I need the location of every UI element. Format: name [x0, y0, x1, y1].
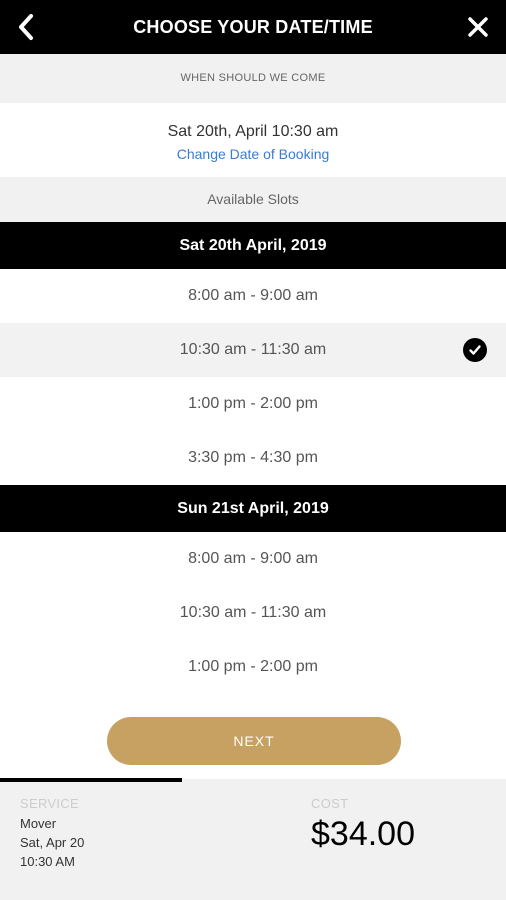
time-slot[interactable]: 8:00 am - 9:00 am — [0, 532, 506, 586]
time-slot-selected[interactable]: 10:30 am - 11:30 am — [0, 323, 506, 377]
time-slot-label: 8:00 am - 9:00 am — [188, 287, 318, 304]
order-summary-footer: SERVICE Mover Sat, Apr 20 10:30 AM COST … — [0, 779, 506, 900]
time-slot-label: 10:30 am - 11:30 am — [179, 341, 327, 358]
price: $34.00 — [311, 815, 415, 853]
available-slots-label: Available Slots — [0, 177, 506, 222]
chevron-left-icon — [19, 14, 33, 40]
time-slot[interactable]: 8:00 am - 9:00 am — [0, 269, 506, 323]
time-slot-label: 3:30 pm - 4:30 pm — [188, 449, 318, 466]
time-slot-label: 1:00 pm - 2:00 pm — [188, 395, 318, 412]
time-slot[interactable]: 1:00 pm - 2:00 pm — [0, 640, 506, 694]
back-button[interactable] — [10, 9, 42, 45]
service-time: 10:30 AM — [20, 854, 75, 869]
service-date: Sat, Apr 20 — [20, 835, 85, 850]
booking-datetime: Sat 20th, April 10:30 am — [167, 123, 339, 140]
next-button[interactable]: NEXT — [107, 717, 401, 765]
cost-label: COST — [311, 796, 349, 811]
day-header-sun: Sun 21st April, 2019 — [0, 485, 506, 532]
time-slot-label: 8:00 am - 9:00 am — [188, 550, 318, 567]
day-header-sat: Sat 20th April, 2019 — [0, 222, 506, 269]
service-name: Mover — [20, 816, 57, 831]
booking-summary: Sat 20th, April 10:30 am Change Date of … — [0, 103, 506, 177]
when-label: WHEN SHOULD WE COME — [0, 54, 506, 103]
time-slot[interactable]: 1:00 pm - 2:00 pm — [0, 377, 506, 431]
progress-bar — [0, 778, 182, 782]
time-slot[interactable]: 10:30 am - 11:30 am — [0, 586, 506, 640]
time-slot-label: 1:00 pm - 2:00 pm — [188, 658, 318, 675]
checkmark-icon — [463, 338, 487, 362]
service-label: SERVICE — [20, 796, 79, 811]
top-bar: CHOOSE YOUR DATE/TIME — [0, 0, 506, 54]
change-date-link[interactable]: Change Date of Booking — [0, 146, 506, 162]
time-slot-label: 10:30 am - 11:30 am — [179, 604, 327, 621]
time-slot[interactable]: 3:30 pm - 4:30 pm — [0, 431, 506, 485]
close-icon — [468, 17, 488, 37]
close-button[interactable] — [460, 9, 496, 45]
page-title: CHOOSE YOUR DATE/TIME — [133, 17, 373, 37]
